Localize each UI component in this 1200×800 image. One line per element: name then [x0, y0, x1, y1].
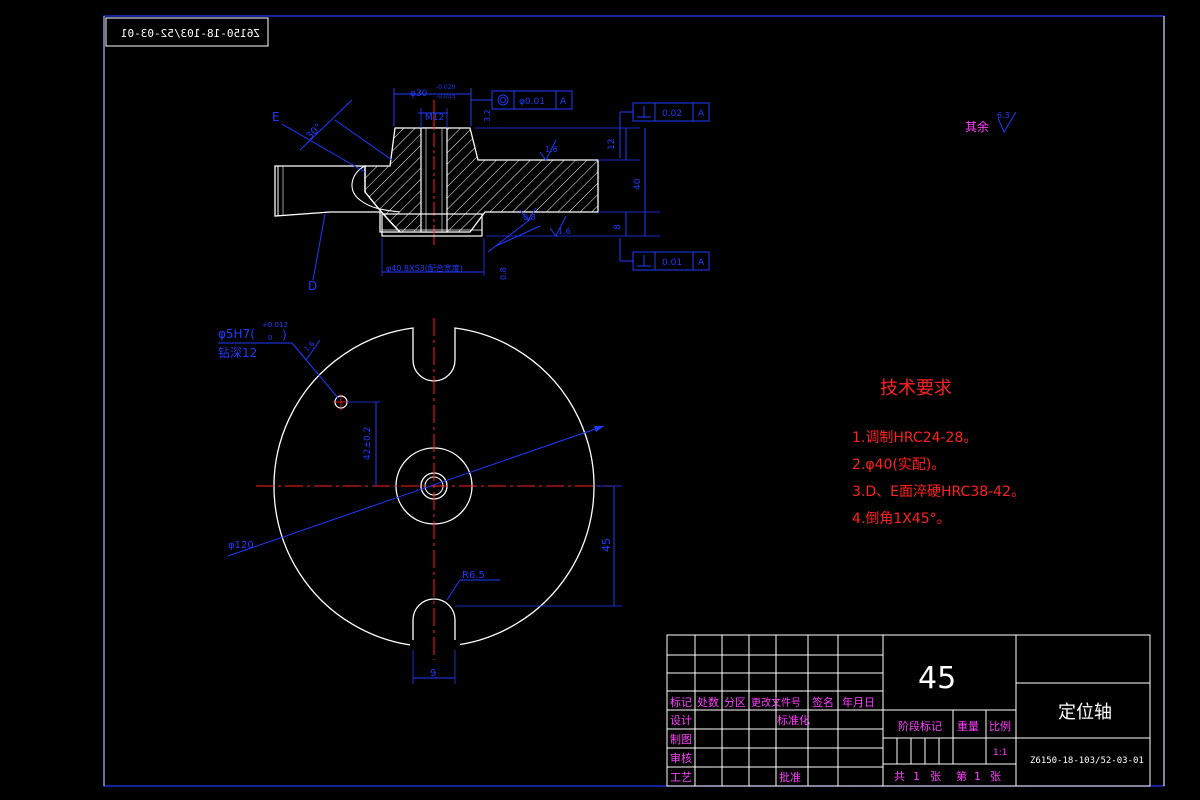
svg-text:0.01: 0.01: [662, 258, 682, 268]
roughness-note: 其余: [965, 119, 989, 134]
svg-text:-0.020: -0.020: [436, 84, 456, 91]
label-d: D: [308, 279, 317, 293]
roughness-value: 6.3: [997, 111, 1010, 120]
tech-requirements: 技术要求 1.调制HRC24-28。 2.φ40(实配)。 3.D、E面淬硬HR…: [852, 378, 1025, 527]
svg-text:0: 0: [268, 334, 272, 342]
plan-dia-label: φ120: [228, 540, 254, 551]
title-block-text: 45 定位轴 Z6150-18-103/52-03-01 标记 处数 分区 更改…: [670, 661, 1144, 784]
svg-text:标准化: 标准化: [777, 713, 810, 727]
svg-text:8: 8: [613, 224, 623, 230]
svg-text:A: A: [698, 109, 705, 119]
tech-item: 1.调制HRC24-28。: [852, 430, 977, 446]
svg-text:张: 张: [990, 770, 1001, 783]
svg-text:张: 张: [930, 770, 941, 783]
slot-width: 9: [430, 668, 436, 679]
svg-text:处数: 处数: [697, 696, 719, 709]
svg-text:1.6: 1.6: [545, 145, 558, 154]
svg-text:签名: 签名: [812, 695, 834, 709]
svg-text:A: A: [698, 258, 705, 268]
svg-text:更改文件号: 更改文件号: [751, 696, 801, 709]
svg-text:40: 40: [633, 178, 643, 190]
svg-text:1.6: 1.6: [303, 339, 317, 353]
dim-45: 45: [600, 538, 613, 552]
svg-text:A: A: [560, 97, 567, 107]
radius-label: R6.5: [462, 570, 485, 581]
hole-depth: 钻深12: [218, 345, 257, 360]
svg-text:审核: 审核: [670, 751, 692, 765]
bottom-dia-label: φ40.8X53(配合宽度): [386, 263, 463, 273]
hole-label: φ5H7(: [218, 327, 255, 341]
svg-text:重量: 重量: [957, 719, 979, 733]
svg-text:年月日: 年月日: [842, 695, 875, 709]
mirrored-code: Z6150-18-103/52-03-01: [121, 27, 260, 40]
tech-item: 4.倒角1X45°。: [852, 511, 951, 527]
tech-item: 2.φ40(实配)。: [852, 457, 945, 473]
concentricity-icon: [497, 94, 509, 106]
tech-title: 技术要求: [880, 378, 952, 399]
svg-text:42±0.2: 42±0.2: [363, 427, 373, 460]
svg-text:): ): [282, 328, 287, 342]
svg-text:工艺: 工艺: [670, 771, 692, 784]
svg-text:12: 12: [607, 139, 617, 150]
svg-text:制图: 制图: [670, 733, 692, 746]
part-name: 定位轴: [1058, 702, 1112, 723]
thread-label: M12: [425, 113, 444, 123]
svg-text:1.6: 1.6: [558, 227, 571, 236]
svg-text:1:1: 1:1: [993, 748, 1007, 758]
svg-text:-0.033: -0.033: [436, 93, 456, 100]
svg-text:比例: 比例: [989, 719, 1011, 733]
label-e: E: [272, 110, 280, 124]
svg-text:标记: 标记: [670, 695, 692, 709]
outer-border: [103, 15, 1165, 787]
svg-text:1: 1: [913, 770, 920, 783]
svg-text:阶段标记: 阶段标记: [898, 719, 942, 733]
svg-text:0.8: 0.8: [499, 267, 508, 280]
svg-text:第: 第: [956, 769, 967, 783]
svg-text:设计: 设计: [670, 714, 692, 727]
svg-text:批准: 批准: [779, 770, 801, 784]
svg-text:1: 1: [974, 770, 981, 783]
svg-text:分区: 分区: [724, 696, 746, 709]
svg-text:3.2: 3.2: [483, 109, 492, 122]
svg-text:共: 共: [894, 770, 905, 783]
drawing-canvas: Z6150-18-103/52-03-01 其余 6.3 E 30° D φ30…: [103, 15, 1165, 787]
plan-view: φ120 φ5H7( +0.012 0 ) 钻深12 1.6 42±0.2 45…: [218, 318, 622, 684]
svg-text:0.02: 0.02: [662, 109, 682, 119]
drawing-number: Z6150-18-103/52-03-01: [1030, 756, 1144, 766]
dia-top-label: φ30: [410, 89, 428, 99]
svg-text:φ0.01: φ0.01: [519, 97, 545, 107]
tech-item: 3.D、E面淬硬HRC38-42。: [852, 484, 1025, 500]
section-view: E 30° D φ30 -0.020 -0.033 M12 φ0.01 A 3.…: [272, 84, 710, 293]
material-value: 45: [918, 661, 956, 696]
